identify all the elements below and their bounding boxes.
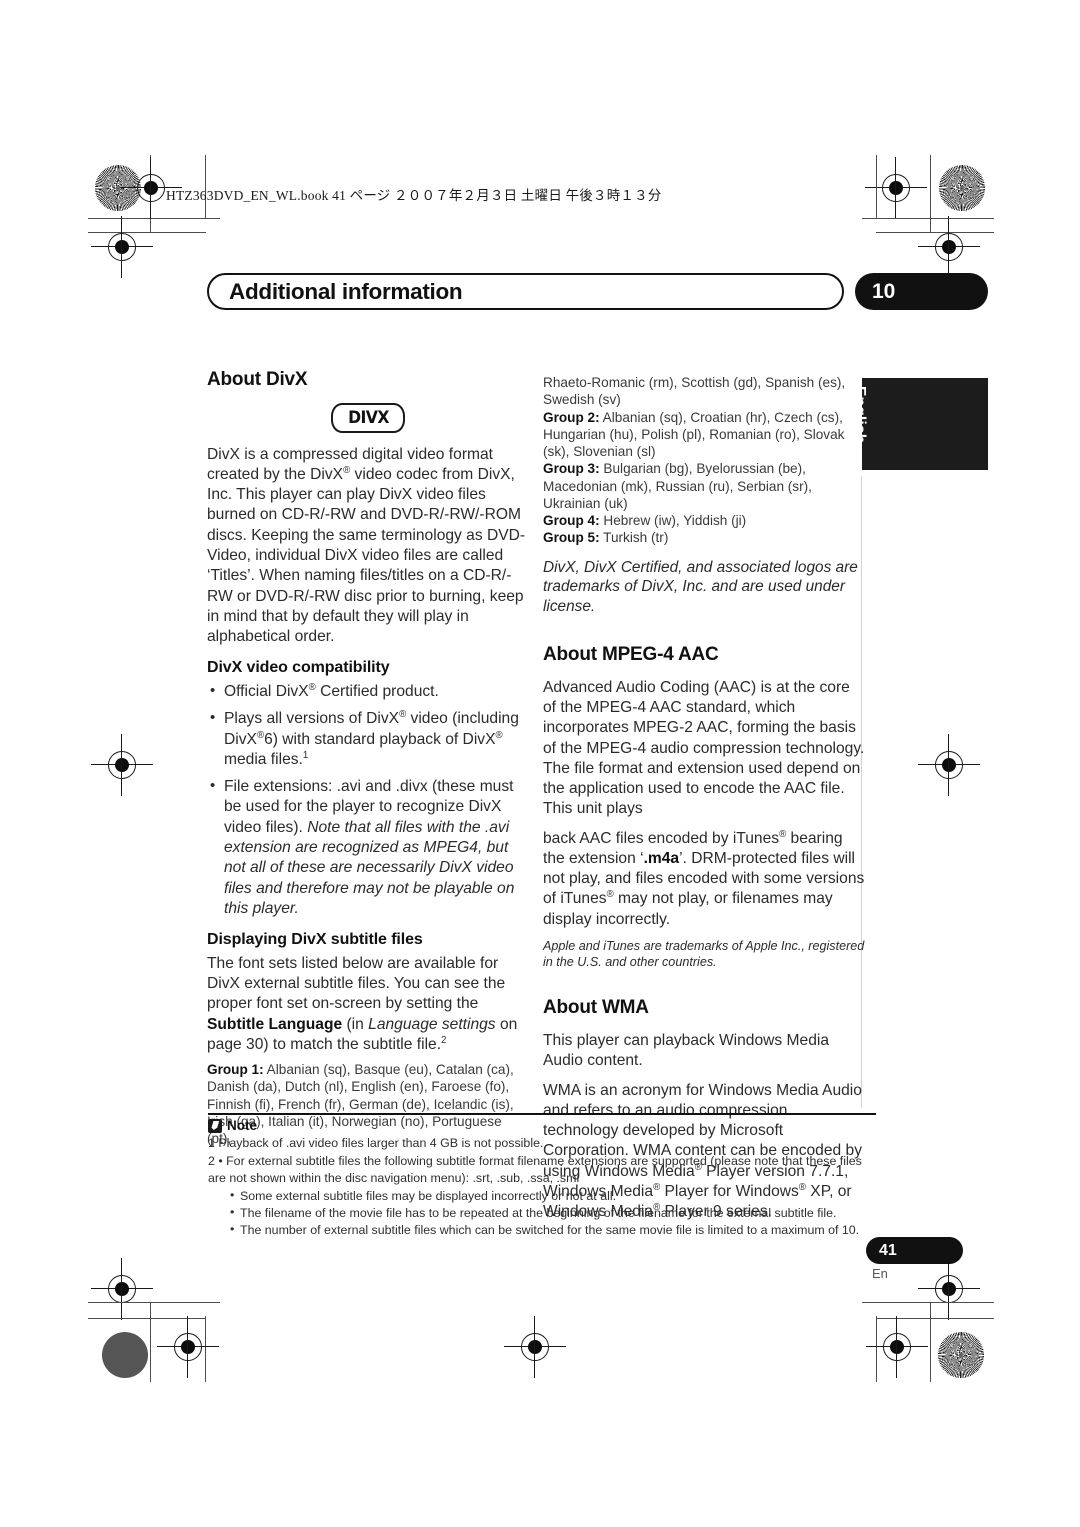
about-divx-heading: About DivX [207, 369, 308, 390]
apple-trademark-notice: Apple and iTunes are trademarks of Apple… [543, 938, 865, 969]
registration-crosshair-left-middle [91, 734, 153, 796]
crop-line [930, 155, 932, 233]
list-item: The filename of the movie file has to be… [230, 1204, 876, 1222]
note-header: Note [208, 1118, 876, 1133]
starburst-mark-top-right [939, 165, 985, 211]
crop-line [150, 155, 152, 233]
language-side-tab: English [851, 378, 988, 470]
divx-logo-text: DIVX [347, 407, 389, 427]
registration-crosshair-right-lower [918, 1258, 980, 1320]
crop-line [88, 232, 206, 234]
file-slug-header: HTZ363DVD_EN_WL.book 41 ページ ２００７年２月３日 土曜… [166, 188, 662, 203]
note-content: 1 Playback of .avi video files larger th… [208, 1135, 876, 1239]
divx-compatibility-heading: DivX video compatibility [207, 659, 390, 677]
crop-line [88, 1318, 206, 1320]
registration-crosshair-bottom-center [504, 1316, 566, 1378]
registration-crosshair-bottom-right [866, 1316, 928, 1378]
density-dot-bottom-left [102, 1332, 148, 1378]
crop-line [876, 155, 878, 219]
registration-crosshair-left-lower [91, 1258, 153, 1320]
note-icon [208, 1118, 222, 1133]
list-item: Some external subtitle files may be disp… [230, 1187, 876, 1205]
registration-crosshair-top-left [120, 157, 182, 219]
note-item-2: 2 • For external subtitle files the foll… [208, 1154, 862, 1186]
list-item: Official DivX® Certified product. [207, 681, 529, 702]
list-item: File extensions: .avi and .divx (these m… [207, 776, 529, 919]
divx-logo: DIVX [331, 402, 405, 433]
print-registration-marks [0, 0, 1080, 1527]
crop-line [876, 1316, 878, 1382]
page-title: Additional information [229, 278, 463, 304]
chapter-heading-bar: Additional information [207, 273, 844, 310]
note-sub-bullets: Some external subtitle files may be disp… [208, 1187, 876, 1239]
registration-crosshair-top-right [865, 157, 927, 219]
divx-subtitle-intro: The font sets listed below are available… [207, 954, 518, 1053]
right-column: Rhaeto-Romanic (rm), Scottish (gd), Span… [543, 368, 865, 1232]
crop-line [876, 1318, 994, 1320]
crop-line [930, 1302, 932, 1382]
crop-line [150, 1302, 152, 1382]
note-item-1: 1 Playback of .avi video files larger th… [208, 1136, 544, 1151]
page-language-code: En [872, 1266, 888, 1281]
note-divider [208, 1113, 876, 1116]
group-5-label: Group 5: [543, 530, 600, 546]
page-number-badge: 41 [866, 1237, 963, 1264]
divx-trademark-notice: DivX, DivX Certified, and associated log… [543, 558, 858, 616]
registration-crosshair-right-middle [918, 734, 980, 796]
group-5-text: Turkish (tr) [603, 530, 669, 546]
about-wma-heading: About WMA [543, 997, 649, 1019]
group-3-label: Group 3: [543, 461, 600, 477]
starburst-mark-top-left [95, 165, 141, 211]
left-column: About DivX DIVX DivX is a compressed dig… [207, 368, 529, 1147]
starburst-mark-bottom-right [938, 1332, 984, 1378]
registration-crosshair-bottom-left [157, 1316, 219, 1378]
registration-crosshair-left-upper [91, 216, 153, 278]
divx-compatibility-list: Official DivX® Certified product. Plays … [207, 681, 529, 919]
wma-paragraph-1: This player can playback Windows Media A… [543, 1032, 830, 1070]
list-item: The number of external subtitle files wh… [230, 1221, 876, 1239]
crop-line [88, 1302, 220, 1304]
group-2-label: Group 2: [543, 409, 600, 425]
divx-intro-paragraph: DivX is a compressed digital video forma… [207, 445, 526, 646]
group-4-text: Hebrew (iw), Yiddish (ji) [603, 513, 747, 528]
group-1-label: Group 1: [207, 1062, 264, 1078]
note-block: Note 1 Playback of .avi video files larg… [208, 1113, 876, 1239]
group-1-continued: Rhaeto-Romanic (rm), Scottish (gd), Span… [543, 375, 846, 408]
aac-paragraph-1: Advanced Audio Coding (AAC) is at the co… [543, 678, 865, 818]
group-4-label: Group 4: [543, 513, 600, 528]
subtitle-groups-continued: Rhaeto-Romanic (rm), Scottish (gd), Span… [543, 374, 865, 547]
registration-crosshair-right-upper [918, 216, 980, 278]
crop-line [862, 1302, 994, 1304]
crop-line [862, 218, 994, 220]
divx-subtitle-heading: Displaying DivX subtitle files [207, 931, 423, 949]
crop-line [88, 218, 220, 220]
chapter-number-badge: 10 [855, 273, 988, 310]
aac-paragraph-2: back AAC files encoded by iTunes® bearin… [543, 828, 865, 928]
crop-line [876, 232, 994, 234]
note-title: Note [227, 1118, 257, 1134]
about-aac-heading: About MPEG-4 AAC [543, 644, 719, 666]
list-item: Plays all versions of DivX® video (inclu… [207, 708, 529, 770]
crop-line [205, 1316, 207, 1382]
